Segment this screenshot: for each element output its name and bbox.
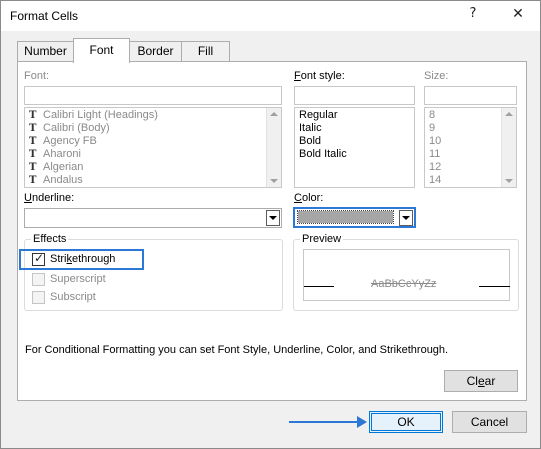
chevron-down-icon[interactable]: [266, 210, 280, 226]
color-swatch: [297, 210, 394, 224]
font-style-label: Font style:: [294, 70, 345, 82]
truetype-icon: T: [29, 162, 37, 173]
preview-sample-text: AaBbCcYyZz: [371, 278, 437, 290]
scroll-down-icon[interactable]: [270, 179, 278, 183]
info-text: For Conditional Formatting you can set F…: [25, 344, 449, 356]
help-icon[interactable]: ?: [460, 4, 486, 24]
list-item[interactable]: Italic: [295, 122, 414, 135]
list-item[interactable]: T Andalus: [25, 174, 281, 187]
tab-font[interactable]: Font: [73, 38, 130, 63]
size-list[interactable]: 8 9 10 11 12 14: [424, 107, 517, 188]
close-icon[interactable]: ✕: [505, 4, 531, 24]
scroll-down-icon[interactable]: [505, 179, 513, 183]
underline-label: Underline:: [24, 192, 75, 204]
window-title: Format Cells: [10, 9, 79, 23]
scroll-up-icon[interactable]: [505, 112, 513, 116]
list-item[interactable]: T Agency FB: [25, 135, 281, 148]
scroll-up-icon[interactable]: [270, 112, 278, 116]
preview-box: AaBbCcYyZz: [303, 249, 510, 301]
color-label: Color:: [294, 192, 324, 204]
list-item[interactable]: Regular: [295, 109, 414, 122]
subscript-label[interactable]: Subscript: [50, 291, 96, 303]
list-item[interactable]: Bold Italic: [295, 148, 414, 161]
ok-button[interactable]: OK: [369, 411, 443, 433]
preview-title: Preview: [300, 233, 344, 245]
clear-button[interactable]: Clear: [444, 370, 518, 392]
truetype-icon: T: [29, 175, 37, 186]
cancel-button[interactable]: Cancel: [452, 411, 527, 433]
truetype-icon: T: [29, 136, 37, 147]
size-label: Size:: [424, 70, 449, 82]
format-cells-dialog: Format Cells ? ✕ Number Font Border Fill…: [0, 0, 541, 449]
superscript-checkbox[interactable]: [32, 273, 45, 286]
subscript-checkbox[interactable]: [32, 291, 45, 304]
tab-border[interactable]: Border: [129, 41, 182, 62]
font-tab-panel: Font: T Calibri Light (Headings) T Calibri…: [17, 61, 527, 401]
truetype-icon: T: [29, 123, 37, 134]
list-item[interactable]: T Aharoni: [25, 148, 281, 161]
tab-fill[interactable]: Fill: [181, 41, 230, 62]
superscript-label[interactable]: Superscript: [50, 273, 106, 285]
list-item[interactable]: T Algerian: [25, 161, 281, 174]
font-name-input[interactable]: [24, 86, 282, 105]
chevron-down-icon[interactable]: [399, 210, 413, 226]
strikethrough-checkbox[interactable]: ✓: [32, 251, 45, 266]
font-list-scrollbar[interactable]: [266, 108, 281, 187]
color-dropdown[interactable]: [293, 207, 416, 228]
font-label: Font:: [24, 70, 50, 82]
list-item[interactable]: T Calibri (Body): [25, 122, 281, 135]
tab-number[interactable]: Number: [17, 41, 74, 62]
list-item[interactable]: T Calibri Light (Headings): [25, 109, 281, 122]
list-item[interactable]: Bold: [295, 135, 414, 148]
preview-baseline-left: [304, 286, 334, 287]
strikethrough-label[interactable]: Strikethrough: [50, 253, 115, 265]
arrow-right-icon: [357, 416, 367, 428]
pointer-arrow-line: [289, 421, 359, 423]
check-icon: ✓: [34, 251, 45, 265]
title-bar[interactable]: Format Cells ? ✕: [1, 1, 540, 31]
underline-dropdown[interactable]: [24, 208, 282, 228]
font-style-input[interactable]: [294, 86, 415, 105]
font-style-list[interactable]: Regular Italic Bold Bold Italic: [294, 107, 415, 188]
effects-title: Effects: [31, 233, 69, 245]
size-input[interactable]: [424, 86, 517, 105]
font-list[interactable]: T Calibri Light (Headings) T Calibri (Body…: [24, 107, 282, 188]
preview-baseline-right: [479, 286, 510, 287]
size-list-scrollbar[interactable]: [501, 108, 516, 187]
truetype-icon: T: [29, 149, 37, 160]
truetype-icon: T: [29, 110, 37, 121]
